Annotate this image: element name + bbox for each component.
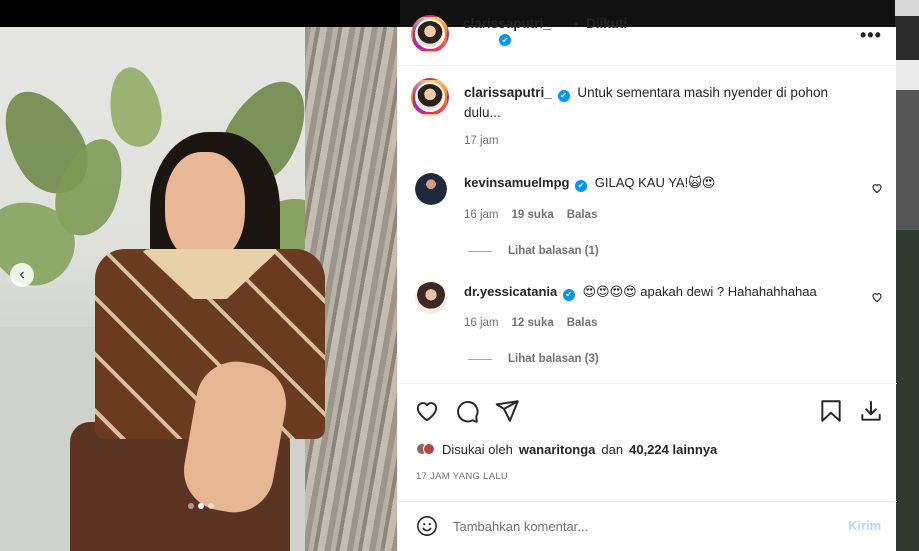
verified-badge-icon: ✔: [499, 34, 511, 46]
carousel-dot: [208, 503, 214, 509]
comment-username[interactable]: kevinsamuelmpg: [464, 175, 570, 190]
comment-username[interactable]: dr.yessicatania: [464, 284, 557, 299]
post-modal: ‹ clarissaputri_ • Diikuti ✔ ••• clariss…: [0, 15, 897, 551]
post-actions: [398, 398, 897, 428]
photo-person-face: [165, 152, 245, 262]
verified-badge-icon: ✔: [575, 179, 588, 192]
carousel-dots: [188, 503, 214, 509]
comment-input[interactable]: [453, 516, 833, 536]
comment-likes[interactable]: 12 suka: [512, 317, 554, 329]
header-divider: [398, 65, 897, 66]
liker-username[interactable]: wanaritonga: [519, 442, 596, 457]
comment-text-1: kevinsamuelmpg ✔ GILAQ KAU YA!🙀😍: [464, 175, 716, 192]
replies-line: [468, 250, 492, 252]
post-details-panel: clarissaputri_ • Diikuti ✔ ••• clarissap…: [397, 15, 897, 551]
share-icon[interactable]: [494, 398, 520, 424]
header-separator: •: [574, 16, 579, 31]
carousel-dot: [198, 503, 204, 509]
likes-prefix: Disukai oleh: [442, 442, 513, 457]
caption-author-avatar[interactable]: [411, 78, 449, 116]
more-options-icon[interactable]: •••: [860, 25, 882, 46]
view-replies-label: Lihat balasan (3): [508, 353, 599, 365]
commenter-avatar[interactable]: [415, 173, 447, 205]
comment-body: 😍😍😍😍 apakah dewi ? Hahahahhahaa: [582, 284, 817, 299]
verified-badge-icon: ✔: [562, 288, 575, 301]
liker-avatars: [416, 442, 436, 457]
bookmark-icon[interactable]: [818, 398, 844, 424]
caption-time: 17 jam: [464, 135, 499, 147]
chevron-left-icon: ‹: [19, 266, 25, 283]
follow-status-button[interactable]: Diikuti: [586, 16, 627, 31]
caption-username[interactable]: clarissaputri_: [464, 85, 552, 100]
add-comment-bar: Kirim: [398, 501, 897, 551]
likes-summary: Disukai oleh wanaritonga dan 40,224 lain…: [416, 442, 717, 457]
reply-button[interactable]: Balas: [567, 317, 598, 329]
verified-badge-icon: ✔: [557, 90, 570, 102]
commenter-avatar[interactable]: [415, 282, 447, 314]
comment-meta-1: 16 jam 19 suka Balas: [464, 209, 597, 221]
view-replies-2[interactable]: Lihat balasan (3): [468, 353, 599, 365]
author-username[interactable]: clarissaputri_: [463, 16, 551, 31]
likes-connector: dan: [601, 442, 624, 457]
author-avatar[interactable]: [411, 15, 449, 53]
emoji-icon[interactable]: [416, 515, 438, 537]
likes-others[interactable]: 40,224 lainnya: [629, 442, 717, 457]
heart-icon[interactable]: [871, 291, 883, 303]
download-icon[interactable]: [858, 398, 884, 424]
backdrop-top-strip: [0, 0, 400, 27]
comment-meta-2: 16 jam 12 suka Balas: [464, 317, 597, 329]
photo-leaf: [103, 63, 167, 151]
carousel-prev-button[interactable]: ‹: [10, 263, 34, 287]
post-caption: clarissaputri_ ✔ Untuk sementara masih n…: [464, 83, 864, 123]
view-replies-1[interactable]: Lihat balasan (1): [468, 245, 599, 257]
comment-icon[interactable]: [454, 398, 480, 424]
like-heart-icon[interactable]: [414, 398, 440, 424]
reply-button[interactable]: Balas: [567, 209, 598, 221]
carousel-dot: [188, 503, 194, 509]
background-feed-strip: [895, 0, 919, 551]
actions-divider: [398, 383, 897, 384]
comment-time: 16 jam: [464, 209, 499, 221]
view-replies-label: Lihat balasan (1): [508, 245, 599, 257]
comment-body: GILAQ KAU YA!🙀😍: [594, 175, 716, 190]
post-header: clarissaputri_ • Diikuti ✔ •••: [398, 15, 897, 67]
post-comment-button[interactable]: Kirim: [848, 518, 881, 533]
post-photo: ‹: [0, 27, 397, 551]
post-timestamp: 17 JAM YANG LALU: [416, 471, 509, 482]
replies-line: [468, 358, 492, 360]
comment-likes[interactable]: 19 suka: [512, 209, 554, 221]
heart-icon[interactable]: [871, 182, 883, 194]
comment-text-2: dr.yessicatania ✔ 😍😍😍😍 apakah dewi ? Hah…: [464, 284, 817, 301]
comment-time: 16 jam: [464, 317, 499, 329]
